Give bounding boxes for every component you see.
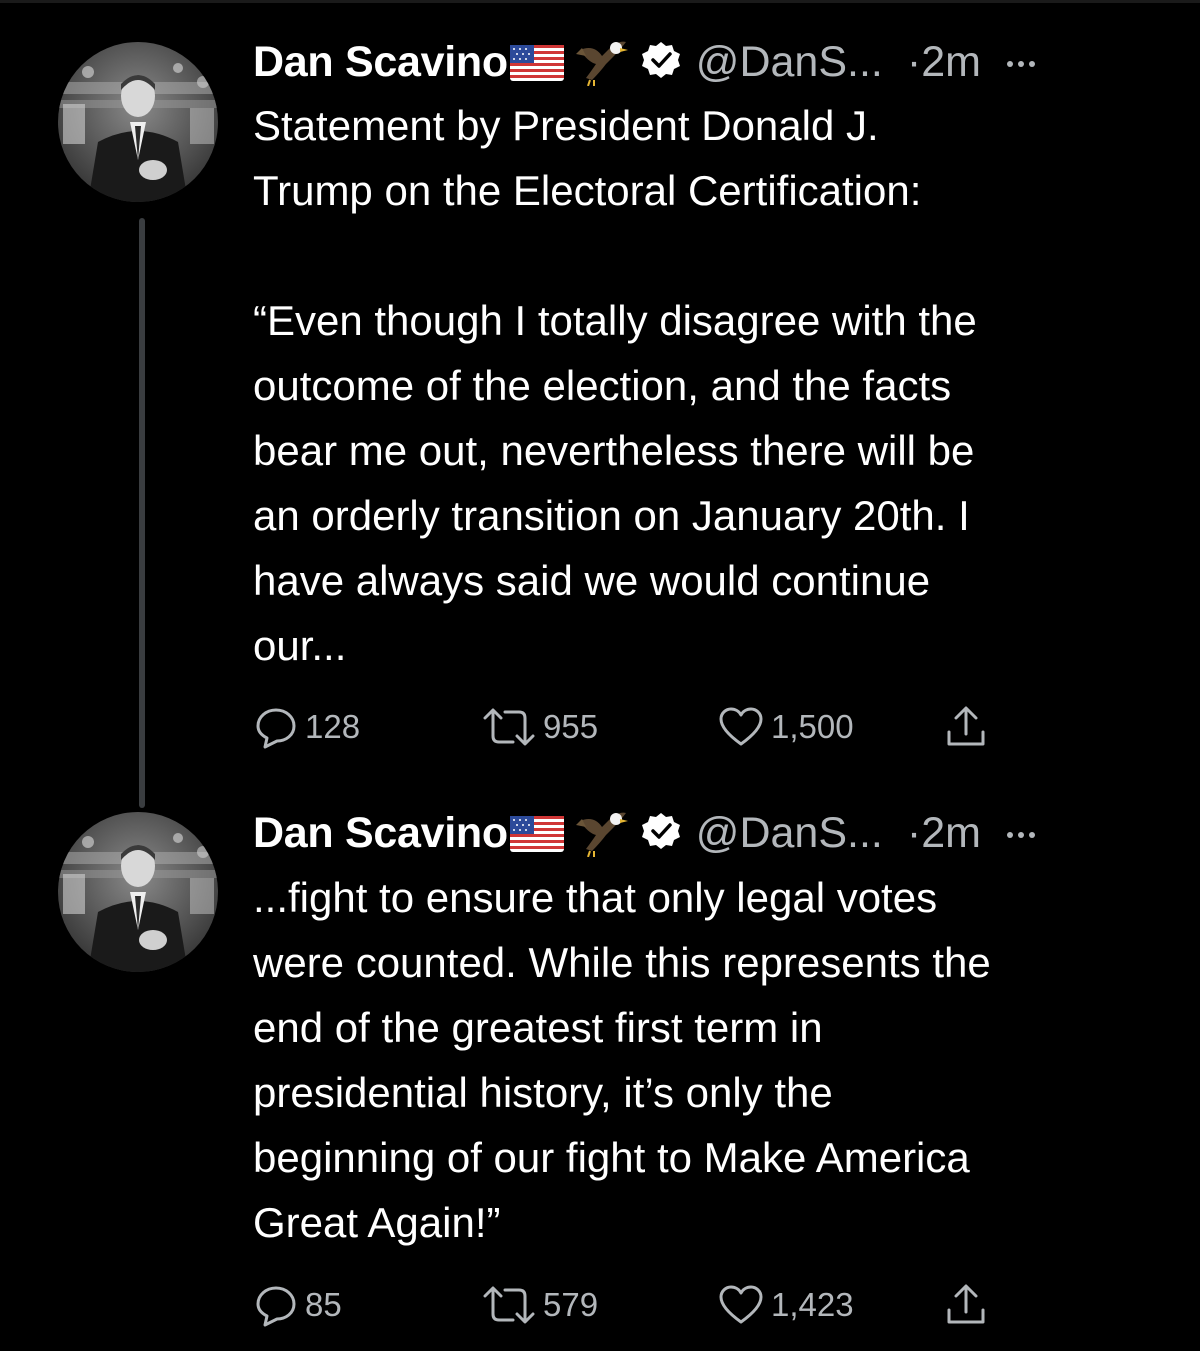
timestamp[interactable]: 2m [921, 809, 981, 858]
avatar[interactable] [58, 812, 218, 972]
eagle-icon [572, 807, 630, 862]
tweet-text-line: presidential history, it’s only the [253, 1069, 833, 1116]
tweet-actions: 128 955 1,500 [253, 702, 1013, 752]
tweet-text-line [253, 223, 1168, 288]
verified-icon [640, 811, 682, 858]
tweet-text: Statement by President Donald J. Trump o… [253, 93, 1168, 678]
us-flag-icon [509, 44, 564, 86]
reply-icon [256, 1286, 296, 1327]
thread-connector-line [139, 218, 145, 808]
avatar-photo [58, 42, 218, 202]
tweet-text-line: end of the greatest first term in [253, 1004, 823, 1051]
reply-count: 128 [305, 708, 361, 745]
avatar[interactable] [58, 42, 218, 202]
tweet-text-line: Trump on the Electoral Certification: [253, 167, 922, 214]
retweet-icon [483, 1286, 535, 1324]
separator-dot: · [906, 808, 922, 857]
share-icon [947, 1284, 985, 1324]
retweet-button[interactable]: 579 [481, 1280, 598, 1330]
heart-icon [719, 707, 763, 746]
us-flag-icon [509, 815, 564, 857]
top-divider [0, 0, 1200, 3]
author-handle[interactable]: @DanS... [696, 809, 883, 858]
share-button[interactable] [943, 702, 989, 752]
reply-count: 85 [305, 1286, 342, 1323]
tweet-header: Dan Scavino @DanS... · 2m [253, 32, 1168, 92]
reply-button[interactable]: 85 [253, 1280, 342, 1330]
eagle-icon [572, 36, 630, 91]
tweet-text-line: were counted. While this represents the [253, 939, 991, 986]
share-button[interactable] [943, 1280, 989, 1330]
tweet-text-line: our... [253, 622, 347, 669]
tweet-actions: 85 579 1,423 [253, 1280, 1013, 1330]
avatar-photo [58, 812, 218, 972]
tweet-text-line: outcome of the election, and the facts [253, 362, 952, 409]
like-count: 1,500 [771, 708, 854, 745]
tweet-text-line: “Even though I totally disagree with the [253, 297, 977, 344]
tweet-text-line: bear me out, nevertheless there will be [253, 427, 975, 474]
reply-button[interactable]: 128 [253, 702, 360, 752]
reply-icon [256, 708, 296, 749]
heart-icon [719, 1285, 763, 1324]
retweet-icon [483, 708, 535, 746]
author-name[interactable]: Dan Scavino [253, 809, 508, 858]
tweet-header: Dan Scavino @DanS... · 2m [253, 803, 1168, 863]
share-icon [947, 706, 985, 746]
retweet-count: 955 [543, 708, 599, 745]
separator-dot: · [906, 37, 922, 86]
tweet-text-line: Statement by President Donald J. [253, 102, 879, 149]
like-count: 1,423 [771, 1286, 854, 1323]
like-button[interactable]: 1,423 [717, 1280, 854, 1330]
tweet-text: ...fight to ensure that only legal votes… [253, 865, 1168, 1255]
tweet-text-line: beginning of our fight to Make America [253, 1134, 970, 1181]
tweet-text-line: have always said we would continue [253, 557, 931, 604]
author-name[interactable]: Dan Scavino [253, 38, 508, 87]
retweet-count: 579 [543, 1286, 599, 1323]
author-handle[interactable]: @DanS... [696, 38, 883, 87]
more-options-icon[interactable] [1006, 61, 1035, 67]
timestamp[interactable]: 2m [921, 38, 981, 87]
tweet-text-line: Great Again!” [253, 1199, 501, 1246]
more-options-icon[interactable] [1006, 832, 1035, 838]
like-button[interactable]: 1,500 [717, 702, 854, 752]
tweet-text-line: an orderly transition on January 20th. I [253, 492, 970, 539]
retweet-button[interactable]: 955 [481, 702, 598, 752]
verified-icon [640, 40, 682, 87]
tweet-text-line: ...fight to ensure that only legal votes [253, 874, 938, 921]
